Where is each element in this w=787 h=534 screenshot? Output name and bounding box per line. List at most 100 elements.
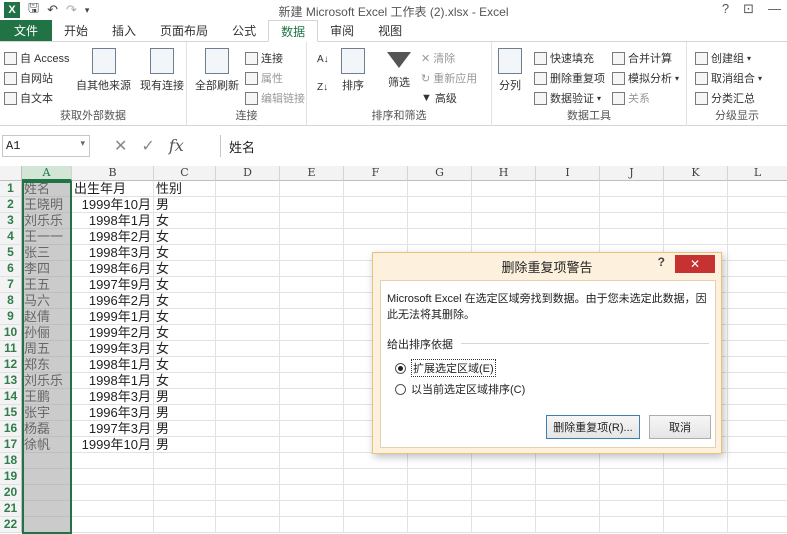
cell-c[interactable]: 男 (154, 421, 216, 437)
column-header[interactable]: J (600, 166, 664, 181)
cell-a[interactable] (22, 485, 72, 501)
cell-empty[interactable] (280, 213, 344, 229)
cell-c[interactable]: 男 (154, 389, 216, 405)
row-header[interactable]: 15 (0, 405, 22, 421)
other-sources-button[interactable]: 自其他来源 (76, 48, 131, 93)
cell-empty[interactable] (280, 245, 344, 261)
cell-c[interactable] (154, 501, 216, 517)
cell-empty[interactable] (344, 213, 408, 229)
advanced-filter-button[interactable]: ▼ 高级 (421, 90, 457, 106)
cell-empty[interactable] (280, 229, 344, 245)
cell-empty[interactable] (280, 517, 344, 533)
row-header[interactable]: 13 (0, 373, 22, 389)
cell-c[interactable] (154, 453, 216, 469)
cell-c[interactable]: 女 (154, 293, 216, 309)
cell-empty[interactable] (536, 517, 600, 533)
cell-b[interactable]: 1998年6月 (72, 261, 154, 277)
tab-review[interactable]: 审阅 (318, 20, 366, 41)
column-header[interactable]: H (472, 166, 536, 181)
cell-empty[interactable] (344, 485, 408, 501)
cell-empty[interactable] (728, 405, 787, 421)
cell-empty[interactable] (472, 469, 536, 485)
cell-empty[interactable] (216, 357, 280, 373)
cell-b[interactable] (72, 501, 154, 517)
cell-empty[interactable] (344, 229, 408, 245)
cell-empty[interactable] (408, 197, 472, 213)
column-header[interactable]: F (344, 166, 408, 181)
cell-empty[interactable] (728, 245, 787, 261)
cell-c[interactable]: 女 (154, 357, 216, 373)
cell-b[interactable]: 1998年1月 (72, 213, 154, 229)
cell-a[interactable] (22, 453, 72, 469)
cell-empty[interactable] (280, 389, 344, 405)
row-header[interactable]: 18 (0, 453, 22, 469)
cell-a[interactable]: 王一一 (22, 229, 72, 245)
cell-empty[interactable] (600, 485, 664, 501)
cell-empty[interactable] (408, 229, 472, 245)
cell-c[interactable]: 性别 (154, 181, 216, 197)
cell-empty[interactable] (728, 469, 787, 485)
cell-empty[interactable] (216, 485, 280, 501)
edit-links-button[interactable]: 编辑链接 (245, 90, 305, 106)
cell-empty[interactable] (664, 181, 728, 197)
cell-empty[interactable] (408, 453, 472, 469)
cell-empty[interactable] (664, 485, 728, 501)
cell-c[interactable]: 女 (154, 309, 216, 325)
connections-button[interactable]: 连接 (245, 50, 283, 66)
cell-c[interactable]: 女 (154, 373, 216, 389)
tab-insert[interactable]: 插入 (100, 20, 148, 41)
group-button[interactable]: 创建组 ▾ (695, 50, 751, 66)
remove-duplicates-confirm-button[interactable]: 删除重复项(R)... (546, 415, 640, 439)
cell-c[interactable]: 女 (154, 277, 216, 293)
column-header[interactable]: B (72, 166, 154, 181)
cell-c[interactable] (154, 517, 216, 533)
cancel-icon[interactable]: ✕ (114, 136, 127, 156)
cell-empty[interactable] (536, 501, 600, 517)
row-header[interactable]: 12 (0, 357, 22, 373)
cell-empty[interactable] (600, 453, 664, 469)
cell-empty[interactable] (664, 229, 728, 245)
cell-empty[interactable] (728, 357, 787, 373)
cell-empty[interactable] (472, 453, 536, 469)
row-header[interactable]: 14 (0, 389, 22, 405)
cell-empty[interactable] (664, 501, 728, 517)
row-header[interactable]: 3 (0, 213, 22, 229)
cell-empty[interactable] (408, 469, 472, 485)
cell-empty[interactable] (280, 293, 344, 309)
what-if-button[interactable]: 模拟分析 ▾ (612, 70, 679, 86)
cell-empty[interactable] (600, 517, 664, 533)
cell-empty[interactable] (536, 181, 600, 197)
cell-empty[interactable] (216, 373, 280, 389)
chevron-down-icon[interactable]: ▾ (80, 139, 85, 149)
cell-c[interactable]: 女 (154, 213, 216, 229)
cell-empty[interactable] (536, 213, 600, 229)
from-access-button[interactable]: 自 Access (4, 50, 70, 66)
row-header[interactable]: 22 (0, 517, 22, 533)
cell-a[interactable]: 张三 (22, 245, 72, 261)
help-button[interactable]: ? (722, 1, 729, 17)
relationships-button[interactable]: 关系 (612, 90, 650, 106)
cell-b[interactable]: 1998年3月 (72, 245, 154, 261)
row-header[interactable]: 16 (0, 421, 22, 437)
cell-a[interactable] (22, 501, 72, 517)
cell-empty[interactable] (280, 485, 344, 501)
sort-descending-button[interactable]: Z↓ (317, 82, 328, 93)
cell-empty[interactable] (600, 213, 664, 229)
cell-empty[interactable] (472, 197, 536, 213)
cell-empty[interactable] (216, 453, 280, 469)
remove-duplicates-button[interactable]: 删除重复项 (534, 70, 605, 86)
cell-empty[interactable] (472, 485, 536, 501)
cell-b[interactable]: 1996年3月 (72, 405, 154, 421)
select-all-corner[interactable] (0, 166, 22, 181)
cell-empty[interactable] (280, 309, 344, 325)
tab-page-layout[interactable]: 页面布局 (148, 20, 220, 41)
cell-empty[interactable] (344, 197, 408, 213)
cell-empty[interactable] (600, 501, 664, 517)
radio-expand-selection[interactable]: 扩展选定区域(E) (395, 359, 496, 377)
existing-connections-button[interactable]: 现有连接 (140, 48, 184, 93)
flash-fill-button[interactable]: 快速填充 (534, 50, 594, 66)
refresh-all-button[interactable]: 全部刷新 (195, 48, 239, 93)
enter-icon[interactable]: ✓ (141, 136, 154, 156)
column-header[interactable]: G (408, 166, 472, 181)
cell-a[interactable] (22, 469, 72, 485)
